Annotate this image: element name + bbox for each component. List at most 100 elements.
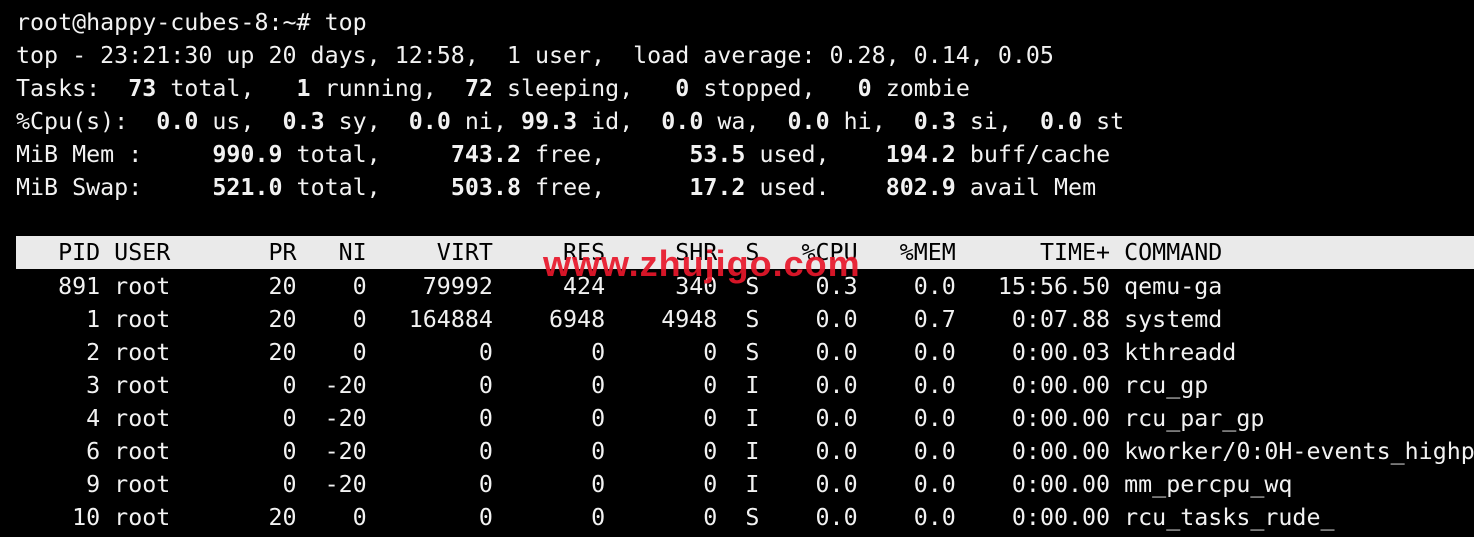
cell-time: 0:00.00: [955, 504, 1111, 531]
tasks-stopped-label: stopped,: [703, 75, 816, 102]
cell-time: 0:00.00: [955, 471, 1111, 498]
swap-free-label: free,: [535, 174, 606, 201]
swap-used-label: used.: [759, 174, 830, 201]
cell-cpu: 0.0: [759, 504, 858, 531]
cell-user: root: [100, 273, 241, 300]
cell-pid: 3: [16, 372, 101, 399]
tasks-stopped: 0: [675, 75, 690, 102]
swap-used: 17.2: [689, 174, 746, 201]
cpu-st: 0.0: [1040, 108, 1083, 135]
column-header-command: COMMAND: [1110, 239, 1223, 266]
cell-command: rcu_gp: [1110, 372, 1209, 399]
cell-user: root: [100, 306, 241, 333]
cell-res: 0: [492, 504, 606, 531]
cell-pr: 0: [240, 471, 297, 498]
cell-res: 0: [492, 438, 606, 465]
mem-used: 53.5: [689, 141, 746, 168]
tasks-total: 73: [128, 75, 157, 102]
table-row: 2 root 20 0 0 0 0 S 0.0 0.0 0:00.03 kthr…: [16, 336, 1236, 369]
cell-shr: 0: [605, 438, 718, 465]
mem-free-label: free,: [535, 141, 606, 168]
cell-state: I: [717, 471, 760, 498]
cell-mem: 0.0: [857, 405, 956, 432]
mem-label: MiB Mem :: [16, 141, 143, 168]
cell-command: kworker/0:0H-events_highpri: [1110, 438, 1474, 465]
cell-command: qemu-ga: [1110, 273, 1223, 300]
cell-virt: 79992: [366, 273, 493, 300]
cpu-id-label: id,: [591, 108, 634, 135]
cell-user: root: [100, 405, 241, 432]
cell-cpu: 0.0: [759, 339, 858, 366]
cell-shr: 0: [605, 339, 718, 366]
cell-virt: 0: [366, 339, 493, 366]
cell-pid: 9: [16, 471, 101, 498]
cell-virt: 0: [366, 471, 493, 498]
cell-ni: 0: [296, 504, 367, 531]
cell-user: root: [100, 471, 241, 498]
cell-state: S: [717, 504, 760, 531]
cpu-sy-label: sy,: [338, 108, 381, 135]
cell-mem: 0.7: [857, 306, 956, 333]
cell-ni: -20: [296, 405, 367, 432]
table-row: 6 root 0 -20 0 0 0 I 0.0 0.0 0:00.00 kwo…: [16, 435, 1474, 468]
cell-cpu: 0.0: [759, 438, 858, 465]
cell-time: 15:56.50: [955, 273, 1111, 300]
cell-cpu: 0.0: [759, 372, 858, 399]
cell-pr: 20: [240, 504, 297, 531]
tasks-sleeping: 72: [464, 75, 493, 102]
cell-virt: 0: [366, 372, 493, 399]
column-header-mem: %MEM: [857, 239, 956, 266]
cell-state: I: [717, 405, 760, 432]
table-row: 3 root 0 -20 0 0 0 I 0.0 0.0 0:00.00 rcu…: [16, 369, 1208, 402]
cell-command: rcu_par_gp: [1110, 405, 1265, 432]
cell-pid: 2: [16, 339, 101, 366]
cell-virt: 0: [366, 504, 493, 531]
column-header-pr: PR: [240, 239, 297, 266]
cell-pid: 1: [16, 306, 101, 333]
terminal-window[interactable]: root@happy-cubes-8:~# top top - 23:21:30…: [0, 0, 1474, 537]
swap-avail: 802.9: [885, 174, 956, 201]
cell-shr: 4948: [605, 306, 718, 333]
table-row: 1 root 20 0 164884 6948 4948 S 0.0 0.7 0…: [16, 303, 1222, 336]
cpu-st-label: st: [1096, 108, 1125, 135]
cell-virt: 0: [366, 438, 493, 465]
cell-ni: 0: [296, 306, 367, 333]
cell-state: S: [717, 339, 760, 366]
cell-pid: 891: [16, 273, 101, 300]
cell-mem: 0.0: [857, 372, 956, 399]
cpu-label: %Cpu(s):: [16, 108, 129, 135]
mem-total-label: total,: [296, 141, 381, 168]
uptime-line: top - 23:21:30 up 20 days, 12:58, 1 user…: [16, 42, 1054, 69]
table-row: 4 root 0 -20 0 0 0 I 0.0 0.0 0:00.00 rcu…: [16, 402, 1264, 435]
cell-ni: -20: [296, 438, 367, 465]
mem-buff-label: buff/cache: [969, 141, 1111, 168]
tasks-zombie-label: zombie: [885, 75, 970, 102]
cell-pid: 10: [16, 504, 101, 531]
cell-time: 0:00.03: [955, 339, 1111, 366]
cell-user: root: [100, 372, 241, 399]
cpu-id: 99.3: [521, 108, 578, 135]
cell-res: 6948: [492, 306, 606, 333]
swap-line: MiB Swap: 521.0 total, 503.8 free, 17.2 …: [16, 171, 1096, 204]
swap-total: 521.0: [212, 174, 283, 201]
cell-mem: 0.0: [857, 471, 956, 498]
cell-user: root: [100, 438, 241, 465]
cell-virt: 164884: [366, 306, 493, 333]
cpu-wa-label: wa,: [717, 108, 760, 135]
cpu-wa: 0.0: [661, 108, 704, 135]
cell-command: systemd: [1110, 306, 1223, 333]
mem-line: MiB Mem : 990.9 total, 743.2 free, 53.5 …: [16, 138, 1110, 171]
cell-state: I: [717, 438, 760, 465]
swap-avail-label: avail Mem: [969, 174, 1097, 201]
swap-free: 503.8: [450, 174, 521, 201]
cell-user: root: [100, 504, 241, 531]
swap-label: MiB Swap:: [16, 174, 143, 201]
cpu-ni: 0.0: [408, 108, 451, 135]
cell-res: 0: [492, 339, 606, 366]
cell-user: root: [100, 339, 241, 366]
tasks-total-label: total,: [170, 75, 255, 102]
mem-total: 990.9: [212, 141, 283, 168]
cell-res: 0: [492, 405, 606, 432]
cell-time: 0:07.88: [955, 306, 1111, 333]
cell-mem: 0.0: [857, 273, 956, 300]
